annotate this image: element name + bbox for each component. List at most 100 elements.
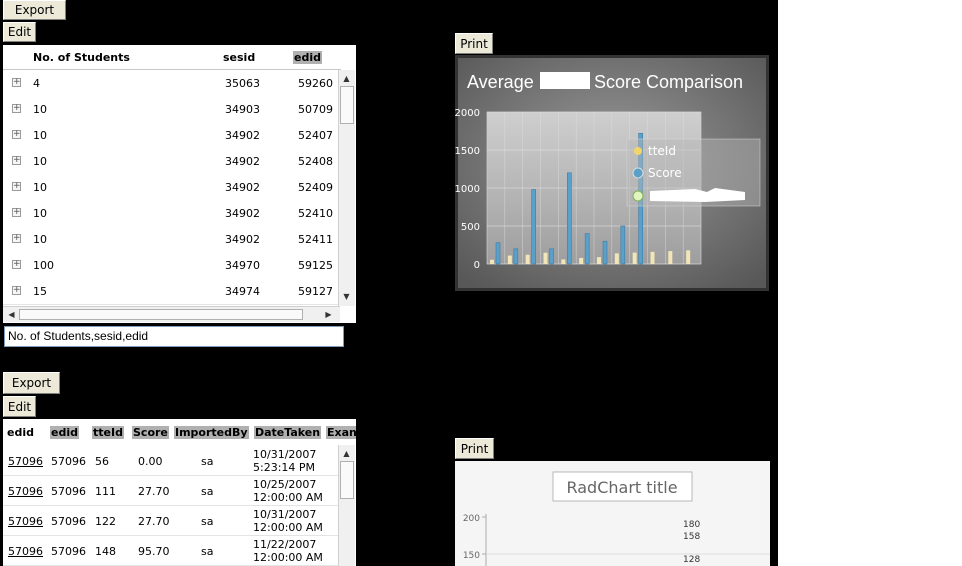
table-cell: sa: [201, 485, 214, 498]
table-row[interactable]: +4 35063 59260: [3, 70, 341, 97]
table-cell: 95.70: [138, 545, 170, 558]
radchart-data-label: 128: [683, 555, 700, 565]
column-header-sesid[interactable]: sesid: [223, 51, 255, 64]
export-button-2[interactable]: Export: [3, 372, 60, 394]
column-header-students[interactable]: No. of Students: [33, 51, 130, 64]
radchart-svg: RadChart title 200 150 180 158 128: [463, 471, 770, 566]
column-header-importedby[interactable]: ImportedBy: [174, 426, 249, 439]
table-cell: 148: [95, 545, 116, 558]
scroll-up-icon[interactable]: ▲: [340, 72, 353, 85]
column-header-edid[interactable]: edid: [50, 426, 79, 439]
scroll-thumb[interactable]: [340, 86, 354, 124]
table-row[interactable]: +10 34902 52409: [3, 174, 341, 201]
table-cell: 34974: [225, 285, 260, 298]
table-row[interactable]: +10 34902 52410: [3, 200, 341, 227]
scroll-left-icon[interactable]: ◀: [5, 308, 18, 321]
table-cell: 57096: [51, 485, 86, 498]
table-cell: 50709: [298, 103, 333, 116]
table-row[interactable]: 57096 57096 56 0.00 sa 10/31/2007 5:23:14 PM: [3, 445, 341, 476]
table-row[interactable]: 57096 57096 111 27.70 sa 10/25/2007 12:00:00 A…: [3, 475, 341, 506]
column-header-exam[interactable]: Exan: [326, 426, 356, 439]
table-cell: 59260: [298, 77, 333, 90]
bar-score: [584, 233, 590, 265]
expand-icon[interactable]: +: [12, 208, 21, 217]
table-cell: 10: [33, 103, 47, 116]
table-row[interactable]: +100 34970 59125: [3, 252, 341, 279]
table-cell: 10/31/2007: [253, 448, 317, 461]
scroll-up-icon[interactable]: ▲: [340, 447, 353, 460]
column-header-score[interactable]: Score: [132, 426, 169, 439]
table-cell: 111: [95, 485, 116, 498]
table-cell: 57096: [51, 515, 86, 528]
table-cell: 34903: [225, 103, 260, 116]
expand-icon[interactable]: +: [12, 286, 21, 295]
column-header-edid[interactable]: edid: [293, 51, 322, 64]
table-cell: 5:23:14 PM: [253, 461, 316, 474]
legend-label-score: Score: [648, 166, 682, 180]
table-row[interactable]: +10 34902 52411: [3, 226, 341, 253]
bar-score: [620, 225, 626, 265]
print-button-2[interactable]: Print: [455, 438, 494, 459]
edit-button[interactable]: Edit: [3, 22, 36, 42]
table-row[interactable]: +10 34902 52408: [3, 148, 341, 175]
horizontal-scrollbar[interactable]: ◀ ▶: [3, 306, 340, 322]
legend-marker-tteid: [634, 147, 642, 155]
edid-link[interactable]: 57096: [8, 515, 43, 528]
table-row[interactable]: 57096 57096 122 27.70 sa 10/31/2007 12:00:00 A…: [3, 505, 341, 536]
column-header-edid-link[interactable]: edid: [7, 426, 34, 439]
table-cell: 100: [33, 259, 54, 272]
expand-icon[interactable]: +: [12, 130, 21, 139]
table-cell: 10: [33, 207, 47, 220]
table-cell: 34902: [225, 129, 260, 142]
table-row[interactable]: +10 34903 50709: [3, 96, 341, 123]
edid-link[interactable]: 57096: [8, 485, 43, 498]
export-button[interactable]: Export: [3, 0, 66, 20]
expand-icon[interactable]: +: [12, 156, 21, 165]
edit-button-2[interactable]: Edit: [3, 396, 36, 417]
table-row[interactable]: 57096 57096 148 95.70 sa 11/22/2007 12:00:00 A…: [3, 535, 341, 566]
redacted-block: [177, 511, 199, 523]
expand-icon[interactable]: +: [12, 78, 21, 87]
table-cell: 10: [33, 233, 47, 246]
expand-icon[interactable]: +: [12, 260, 21, 269]
print-button[interactable]: Print: [455, 33, 493, 54]
y-tick-label: 2000: [455, 108, 480, 119]
table-cell: 52411: [298, 233, 333, 246]
table-cell: sa: [201, 455, 214, 468]
table-cell: 27.70: [138, 515, 170, 528]
table-row[interactable]: +10 34902 52407: [3, 122, 341, 149]
table-cell: 122: [95, 515, 116, 528]
expand-icon[interactable]: +: [12, 182, 21, 191]
expand-icon[interactable]: +: [12, 234, 21, 243]
table-cell: sa: [201, 515, 214, 528]
table-cell: 52409: [298, 181, 333, 194]
table-cell: 57096: [51, 455, 86, 468]
edid-link[interactable]: 57096: [8, 455, 43, 468]
y-tick-label: 500: [461, 222, 480, 233]
scores-grid-header: edid edid tteId Score ImportedBy DateTak…: [3, 419, 356, 445]
column-header-tteid[interactable]: tteId: [92, 426, 124, 439]
vertical-scrollbar[interactable]: ▲ ▼: [338, 70, 355, 306]
bar-tteid: [614, 253, 619, 264]
scroll-right-icon[interactable]: ▶: [322, 308, 335, 321]
scroll-thumb[interactable]: [340, 461, 354, 499]
edid-link[interactable]: 57096: [8, 545, 43, 558]
vertical-scrollbar-2[interactable]: ▲: [338, 445, 355, 566]
column-header-datetaken[interactable]: DateTaken: [254, 426, 322, 439]
table-row[interactable]: +15 34974 59127: [3, 278, 341, 305]
legend-label-tteid: tteId: [648, 144, 676, 158]
bar-tteid: [543, 252, 548, 264]
table-cell: 15: [33, 285, 47, 298]
column-list-field[interactable]: No. of Students,sesid,edid: [4, 326, 344, 347]
hscroll-thumb[interactable]: [19, 309, 303, 320]
table-cell: 34902: [225, 207, 260, 220]
bar-tteid: [650, 251, 655, 264]
y-tick-label: 0: [474, 260, 480, 271]
bar-tteid: [597, 257, 601, 264]
chart-title-right: Score Comparison: [594, 72, 743, 92]
scroll-down-icon[interactable]: ▼: [340, 290, 353, 303]
expand-icon[interactable]: +: [12, 104, 21, 113]
y-tick-label: 1500: [455, 146, 480, 157]
y-tick-label: 1000: [455, 184, 480, 195]
table-cell: 10: [33, 181, 47, 194]
